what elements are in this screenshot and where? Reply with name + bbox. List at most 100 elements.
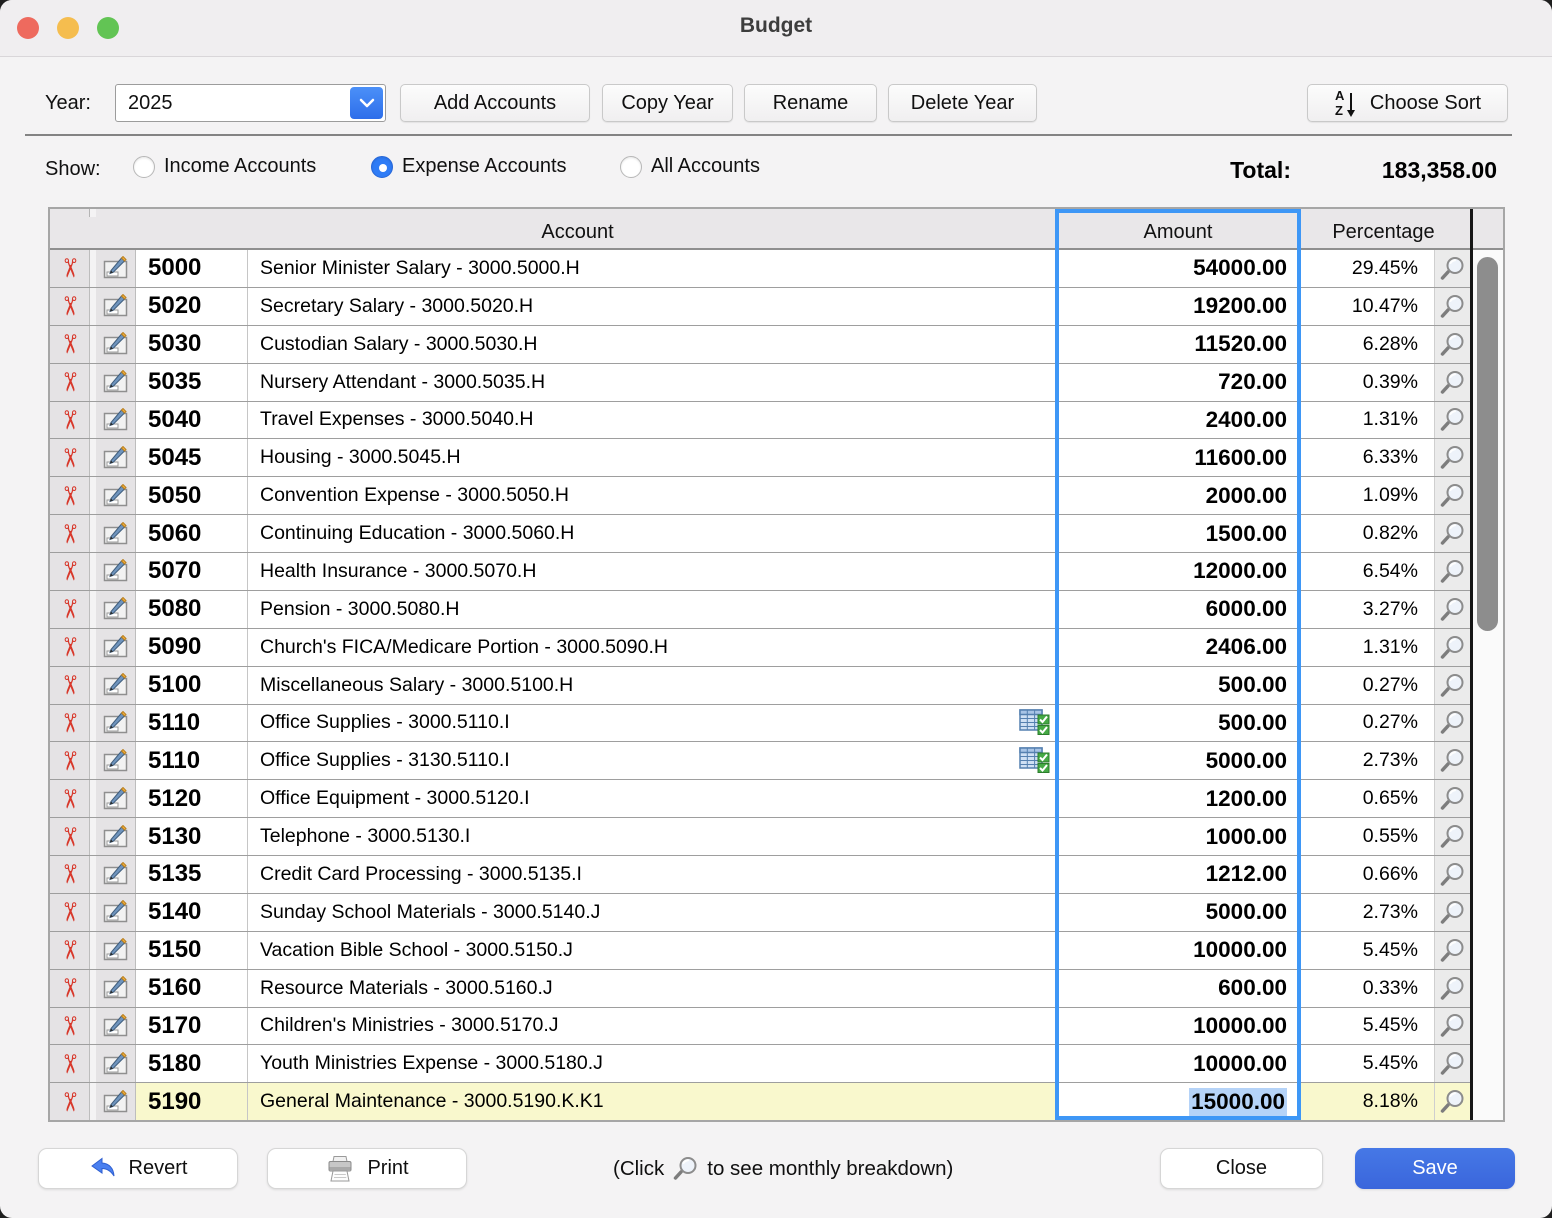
edit-account-cell[interactable] [96,515,136,552]
amount-cell[interactable]: 500.00 [1059,667,1297,704]
monthly-breakdown-cell[interactable] [1434,326,1470,363]
amount-cell[interactable]: 10000.00 [1059,1045,1297,1082]
magnifier-icon[interactable] [1439,406,1466,433]
amount-cell[interactable]: 1200.00 [1059,780,1297,817]
magnifier-icon[interactable] [1439,1088,1466,1115]
amount-value[interactable]: 720.00 [1218,369,1287,395]
delete-account-cell[interactable]: ✂ [50,818,90,855]
edit-account-cell[interactable] [96,705,136,742]
delete-scissors-icon[interactable]: ✂ [56,1053,82,1075]
delete-scissors-icon[interactable]: ✂ [56,636,82,658]
all-accounts-radio[interactable]: All Accounts [620,155,760,178]
monthly-breakdown-cell[interactable] [1434,364,1470,401]
magnifier-icon[interactable] [1439,634,1466,661]
edit-account-cell[interactable] [96,326,136,363]
delete-account-cell[interactable]: ✂ [50,932,90,969]
edit-icon[interactable] [103,673,129,697]
monthly-breakdown-icon[interactable] [1019,709,1051,737]
edit-account-cell[interactable] [96,250,136,287]
edit-icon[interactable] [103,976,129,1000]
amount-value[interactable]: 5000.00 [1206,748,1287,774]
amount-cell[interactable]: 6000.00 [1059,591,1297,628]
account-column-header[interactable]: Account [96,217,1059,248]
edit-account-cell[interactable] [96,1008,136,1045]
amount-cell[interactable]: 5000.00 [1059,894,1297,931]
amount-cell[interactable]: 1000.00 [1059,818,1297,855]
edit-icon[interactable] [103,408,129,432]
delete-scissors-icon[interactable]: ✂ [56,1091,82,1113]
edit-icon[interactable] [103,522,129,546]
monthly-breakdown-cell[interactable] [1434,477,1470,514]
magnifier-icon[interactable] [1439,520,1466,547]
delete-account-cell[interactable]: ✂ [50,402,90,439]
delete-account-cell[interactable]: ✂ [50,477,90,514]
delete-account-cell[interactable]: ✂ [50,705,90,742]
delete-account-cell[interactable]: ✂ [50,894,90,931]
edit-account-cell[interactable] [96,1083,136,1120]
delete-scissors-icon[interactable]: ✂ [56,371,82,393]
magnifier-icon[interactable] [1439,1050,1466,1077]
amount-cell[interactable]: 720.00 [1059,364,1297,401]
amount-cell[interactable]: 10000.00 [1059,1008,1297,1045]
monthly-breakdown-cell[interactable] [1434,402,1470,439]
monthly-breakdown-icon[interactable] [1019,747,1051,775]
delete-account-cell[interactable]: ✂ [50,856,90,893]
edit-account-cell[interactable] [96,932,136,969]
monthly-breakdown-cell[interactable] [1434,780,1470,817]
monthly-breakdown-cell[interactable] [1434,629,1470,666]
rename-button[interactable]: Rename [744,84,877,122]
amount-value[interactable]: 54000.00 [1193,255,1287,281]
delete-scissors-icon[interactable]: ✂ [56,561,82,583]
delete-account-cell[interactable]: ✂ [50,326,90,363]
delete-scissors-icon[interactable]: ✂ [56,598,82,620]
edit-icon[interactable] [103,900,129,924]
amount-value[interactable]: 11520.00 [1194,331,1287,357]
amount-value[interactable]: 10000.00 [1193,1013,1287,1039]
edit-icon[interactable] [103,559,129,583]
expense-accounts-radio[interactable]: Expense Accounts [371,155,567,178]
delete-scissors-icon[interactable]: ✂ [56,674,82,696]
edit-account-cell[interactable] [96,667,136,704]
magnifier-icon[interactable] [1439,482,1466,509]
delete-scissors-icon[interactable]: ✂ [56,788,82,810]
scrollbar-thumb[interactable] [1477,257,1498,631]
delete-account-cell[interactable]: ✂ [50,591,90,628]
magnifier-icon[interactable] [1439,785,1466,812]
edit-icon[interactable] [103,446,129,470]
amount-cell[interactable]: 15000.00 [1059,1083,1297,1120]
monthly-breakdown-cell[interactable] [1434,667,1470,704]
edit-icon[interactable] [103,711,129,735]
monthly-breakdown-cell[interactable] [1434,856,1470,893]
amount-cell[interactable]: 500.00 [1059,705,1297,742]
edit-account-cell[interactable] [96,780,136,817]
delete-year-button[interactable]: Delete Year [888,84,1037,122]
amount-value[interactable]: 2406.00 [1206,634,1287,660]
save-button[interactable]: Save [1355,1148,1515,1189]
delete-account-cell[interactable]: ✂ [50,1083,90,1120]
monthly-breakdown-cell[interactable] [1434,932,1470,969]
delete-scissors-icon[interactable]: ✂ [56,447,82,469]
delete-account-cell[interactable]: ✂ [50,667,90,704]
edit-icon[interactable] [103,332,129,356]
amount-value[interactable]: 2000.00 [1206,483,1287,509]
magnifier-icon[interactable] [1439,937,1466,964]
amount-value[interactable]: 11600.00 [1194,445,1287,471]
monthly-breakdown-cell[interactable] [1434,250,1470,287]
amount-cell[interactable]: 600.00 [1059,970,1297,1007]
amount-cell[interactable]: 1500.00 [1059,515,1297,552]
delete-scissors-icon[interactable]: ✂ [56,485,82,507]
amount-cell[interactable]: 19200.00 [1059,288,1297,325]
amount-cell[interactable]: 12000.00 [1059,553,1297,590]
monthly-breakdown-cell[interactable] [1434,553,1470,590]
monthly-breakdown-cell[interactable] [1434,515,1470,552]
delete-account-cell[interactable]: ✂ [50,970,90,1007]
edit-account-cell[interactable] [96,894,136,931]
delete-account-cell[interactable]: ✂ [50,742,90,779]
amount-value[interactable]: 500.00 [1218,672,1287,698]
delete-scissors-icon[interactable]: ✂ [56,939,82,961]
monthly-breakdown-cell[interactable] [1434,970,1470,1007]
edit-icon[interactable] [103,597,129,621]
edit-account-cell[interactable] [96,477,136,514]
magnifier-icon[interactable] [1439,558,1466,585]
delete-scissors-icon[interactable]: ✂ [56,333,82,355]
